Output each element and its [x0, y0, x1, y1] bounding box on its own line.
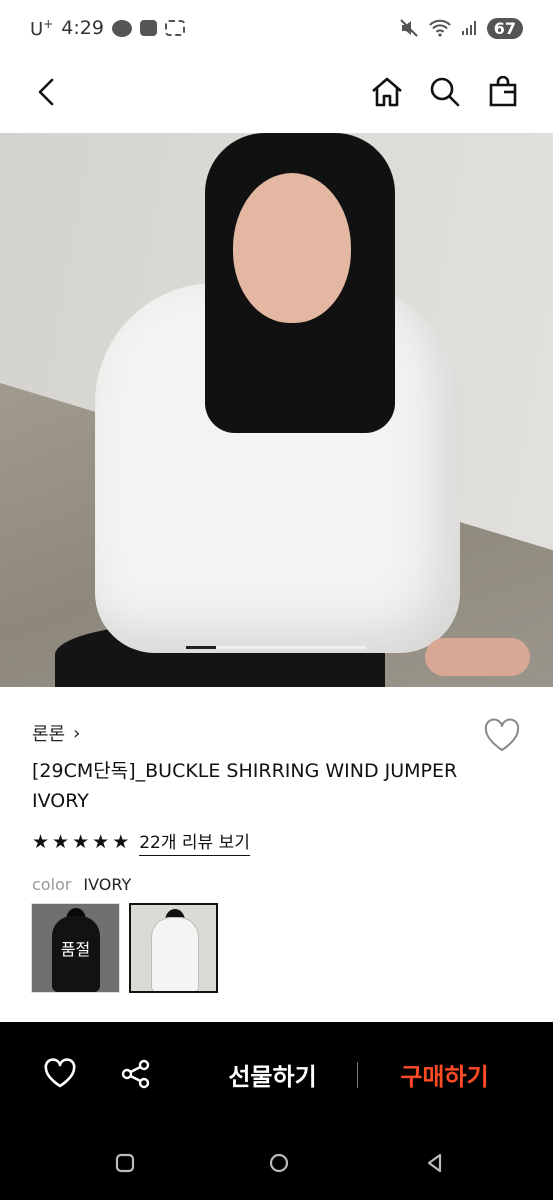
recent-apps-icon [115, 1153, 135, 1173]
gift-button[interactable]: 선물하기 [210, 1052, 335, 1096]
back-triangle-icon [427, 1153, 442, 1173]
status-right: 67 [399, 17, 523, 39]
color-label: color [32, 875, 72, 894]
signal-icon [461, 21, 476, 35]
battery-icon: 67 [486, 17, 523, 39]
wifi-icon [429, 19, 451, 37]
rating-row: ★ ★ ★ ★ ★ 22개 리뷰 보기 [32, 828, 250, 856]
search-icon [430, 77, 460, 107]
star-icon: ★ [32, 831, 50, 853]
home-button[interactable] [365, 70, 409, 114]
share-icon [121, 1059, 150, 1089]
chevron-right-icon: › [73, 722, 81, 744]
search-button[interactable] [423, 70, 467, 114]
recent-apps-button[interactable] [114, 1152, 136, 1174]
carrier-label: U+ [30, 16, 54, 40]
buy-button[interactable]: 구매하기 [382, 1052, 507, 1096]
brand-name: 론론 [32, 724, 66, 745]
home-circle-icon [269, 1153, 289, 1173]
star-icon: ★ [52, 831, 70, 853]
like-button[interactable] [38, 1052, 82, 1096]
action-divider [357, 1062, 358, 1088]
kakaotalk-notification-icon [111, 19, 132, 37]
system-nav-bar [0, 1126, 553, 1200]
color-swatch-selected[interactable] [129, 903, 218, 993]
photo-hand [425, 638, 530, 676]
clock: 4:29 [61, 17, 104, 39]
heart-outline-icon [44, 1058, 76, 1088]
swatch-thumbnail [151, 917, 199, 991]
shopping-bag-icon [489, 76, 517, 107]
star-icon: ★ [92, 831, 110, 853]
purchase-action-bar: 선물하기 구매하기 [0, 1022, 553, 1126]
carousel-indicator-active [186, 646, 216, 649]
chevron-left-icon [38, 78, 54, 106]
news-notification-icon [139, 20, 157, 36]
status-bar: U+ 4:29 67 [0, 0, 553, 56]
mute-icon [400, 19, 418, 37]
screenshot-notification-icon [164, 20, 185, 36]
product-title: [29CM단독]_BUCKLE SHIRRING WIND JUMPER IVO… [32, 760, 458, 812]
product-image-carousel[interactable] [0, 133, 553, 687]
star-icon: ★ [72, 831, 90, 853]
app-header [0, 56, 553, 132]
home-icon [372, 77, 402, 107]
status-left: U+ 4:29 [30, 17, 185, 40]
review-link[interactable]: 22개 리뷰 보기 [139, 828, 250, 856]
carousel-indicator [186, 646, 366, 649]
wishlist-button[interactable] [482, 716, 522, 756]
star-rating: ★ ★ ★ ★ ★ [32, 832, 129, 852]
system-home-button[interactable] [268, 1152, 290, 1174]
color-value: IVORY [83, 875, 132, 894]
back-button[interactable] [24, 70, 68, 114]
sold-out-overlay: 품절 [32, 904, 119, 992]
color-swatch-sold-out[interactable]: 품절 [31, 903, 120, 993]
system-back-button[interactable] [424, 1152, 446, 1174]
heart-outline-icon [484, 718, 520, 751]
cart-button[interactable] [481, 70, 525, 114]
star-icon: ★ [112, 831, 130, 853]
color-row: color IVORY [32, 875, 131, 894]
photo-face [233, 173, 351, 323]
brand-link[interactable]: 론론 › [32, 720, 80, 746]
share-button[interactable] [114, 1052, 158, 1096]
